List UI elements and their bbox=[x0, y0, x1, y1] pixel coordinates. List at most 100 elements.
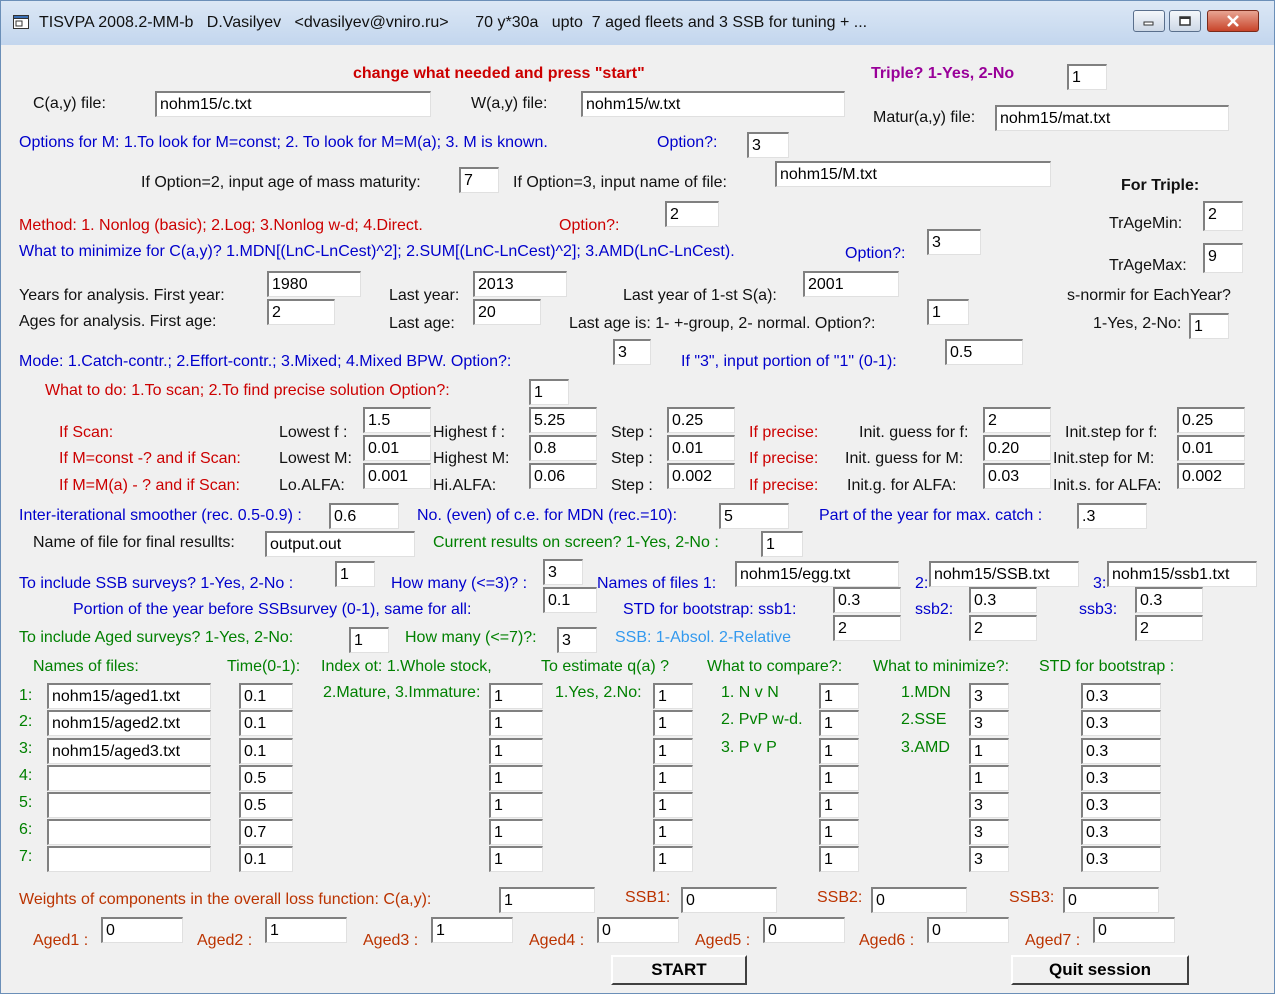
last-year-input[interactable]: 2013 bbox=[473, 271, 567, 297]
ssb-std3-input[interactable]: 0.3 bbox=[1135, 587, 1203, 613]
weight-aged7-input[interactable]: 0 bbox=[1093, 917, 1175, 943]
highest-m-input[interactable]: 0.8 bbox=[529, 435, 597, 461]
first-year-input[interactable]: 1980 bbox=[267, 271, 361, 297]
aged-row-5-time[interactable]: 0.5 bbox=[239, 792, 293, 818]
aged-row-2-std[interactable]: 0.3 bbox=[1081, 710, 1161, 736]
aged-row-1-minimize[interactable]: 3 bbox=[969, 683, 1009, 709]
smoother-input[interactable]: 0.6 bbox=[329, 503, 399, 529]
aged-row-1-std[interactable]: 0.3 bbox=[1081, 683, 1161, 709]
weight-aged4-input[interactable]: 0 bbox=[597, 917, 679, 943]
ssb-file1-input[interactable]: nohm15/egg.txt bbox=[735, 561, 899, 587]
aged-row-1-compare[interactable]: 1 bbox=[819, 683, 859, 709]
ssb-rel1-input[interactable]: 2 bbox=[833, 615, 901, 641]
aged-row-2-index[interactable]: 1 bbox=[489, 710, 543, 736]
aged-row-7-index[interactable]: 1 bbox=[489, 846, 543, 872]
output-file-input[interactable]: output.out bbox=[265, 531, 415, 557]
weight-ssb1-input[interactable]: 0 bbox=[681, 887, 777, 913]
ce-input[interactable]: 5 bbox=[719, 503, 789, 529]
aged-row-1-time[interactable]: 0.1 bbox=[239, 683, 293, 709]
todo-input[interactable]: 1 bbox=[529, 379, 569, 405]
aged-row-4-std[interactable]: 0.3 bbox=[1081, 765, 1161, 791]
screen-input[interactable]: 1 bbox=[761, 531, 803, 557]
ssb-file2-input[interactable]: nohm15/SSB.txt bbox=[929, 561, 1079, 587]
aged-row-7-std[interactable]: 0.3 bbox=[1081, 846, 1161, 872]
maximize-button[interactable] bbox=[1169, 10, 1201, 32]
aged-row-4-minimize[interactable]: 1 bbox=[969, 765, 1009, 791]
aged-row-7-compare[interactable]: 1 bbox=[819, 846, 859, 872]
aged-row-4-q[interactable]: 1 bbox=[653, 765, 693, 791]
title-bar[interactable]: TISVPA 2008.2-MM-b D.Vasilyev <dvasilyev… bbox=[1, 1, 1274, 45]
ssb-file3-input[interactable]: nohm15/ssb1.txt bbox=[1107, 561, 1257, 587]
ssb-howmany-input[interactable]: 3 bbox=[543, 559, 583, 585]
m-file-input[interactable]: nohm15/M.txt bbox=[775, 161, 1051, 187]
aged-row-4-index[interactable]: 1 bbox=[489, 765, 543, 791]
aged-row-7-time[interactable]: 0.1 bbox=[239, 846, 293, 872]
aged-row-5-index[interactable]: 1 bbox=[489, 792, 543, 818]
method-option-input[interactable]: 2 bbox=[665, 201, 719, 227]
aged-row-1-q[interactable]: 1 bbox=[653, 683, 693, 709]
aged-row-6-std[interactable]: 0.3 bbox=[1081, 819, 1161, 845]
aged-row-6-file[interactable] bbox=[47, 819, 211, 845]
step-m-input[interactable]: 0.01 bbox=[667, 435, 735, 461]
weight-ssb3-input[interactable]: 0 bbox=[1063, 887, 1159, 913]
step-f-input[interactable]: 0.25 bbox=[667, 407, 735, 433]
aged-row-6-q[interactable]: 1 bbox=[653, 819, 693, 845]
last-age-input[interactable]: 20 bbox=[473, 299, 541, 325]
aged-row-1-file[interactable]: nohm15/aged1.txt bbox=[47, 683, 211, 709]
ssb-std2-input[interactable]: 0.3 bbox=[969, 587, 1037, 613]
init-step-f-input[interactable]: 0.25 bbox=[1177, 407, 1245, 433]
ssb-std1-input[interactable]: 0.3 bbox=[833, 587, 901, 613]
snormir-input[interactable]: 1 bbox=[1189, 313, 1229, 339]
aged-row-6-time[interactable]: 0.7 bbox=[239, 819, 293, 845]
aged-row-5-q[interactable]: 1 bbox=[653, 792, 693, 818]
matur-file-input[interactable]: nohm15/mat.txt bbox=[995, 105, 1229, 131]
aged-row-3-compare[interactable]: 1 bbox=[819, 738, 859, 764]
aged-row-1-index[interactable]: 1 bbox=[489, 683, 543, 709]
ssb-rel2-input[interactable]: 2 bbox=[969, 615, 1037, 641]
aged-row-3-time[interactable]: 0.1 bbox=[239, 738, 293, 764]
aged-row-3-index[interactable]: 1 bbox=[489, 738, 543, 764]
weight-aged1-input[interactable]: 0 bbox=[101, 917, 183, 943]
aged-row-3-std[interactable]: 0.3 bbox=[1081, 738, 1161, 764]
weight-c-input[interactable]: 1 bbox=[499, 887, 595, 913]
ssb-portion-input[interactable]: 0.1 bbox=[543, 587, 597, 613]
aged-row-7-minimize[interactable]: 3 bbox=[969, 846, 1009, 872]
w-file-input[interactable]: nohm15/w.txt bbox=[581, 91, 845, 117]
c-file-input[interactable]: nohm15/c.txt bbox=[155, 91, 431, 117]
aged-row-2-q[interactable]: 1 bbox=[653, 710, 693, 736]
aged-row-6-compare[interactable]: 1 bbox=[819, 819, 859, 845]
init-step-m-input[interactable]: 0.01 bbox=[1177, 435, 1245, 461]
m-option-input[interactable]: 3 bbox=[747, 132, 789, 158]
tragemin-input[interactable]: 2 bbox=[1203, 201, 1243, 231]
aged-howmany-input[interactable]: 3 bbox=[557, 627, 597, 653]
aged-row-4-time[interactable]: 0.5 bbox=[239, 765, 293, 791]
init-guess-m-input[interactable]: 0.20 bbox=[983, 435, 1051, 461]
start-button[interactable]: START bbox=[611, 955, 747, 985]
mode-input[interactable]: 3 bbox=[613, 339, 651, 365]
minimize-button[interactable] bbox=[1133, 10, 1165, 32]
lo-alfa-input[interactable]: 0.001 bbox=[363, 463, 431, 489]
lowest-m-input[interactable]: 0.01 bbox=[363, 435, 431, 461]
close-button[interactable] bbox=[1207, 10, 1259, 32]
first-age-input[interactable]: 2 bbox=[267, 299, 335, 325]
tragemax-input[interactable]: 9 bbox=[1203, 243, 1243, 273]
ssb-rel3-input[interactable]: 2 bbox=[1135, 615, 1203, 641]
hi-alfa-input[interactable]: 0.06 bbox=[529, 463, 597, 489]
weight-aged5-input[interactable]: 0 bbox=[763, 917, 845, 943]
lowest-f-input[interactable]: 1.5 bbox=[363, 407, 431, 433]
aged-row-6-minimize[interactable]: 3 bbox=[969, 819, 1009, 845]
init-g-alfa-input[interactable]: 0.03 bbox=[983, 463, 1051, 489]
part-input[interactable]: .3 bbox=[1077, 503, 1147, 529]
aged-row-3-minimize[interactable]: 1 bbox=[969, 738, 1009, 764]
aged-row-5-compare[interactable]: 1 bbox=[819, 792, 859, 818]
init-guess-f-input[interactable]: 2 bbox=[983, 407, 1051, 433]
aged-row-2-time[interactable]: 0.1 bbox=[239, 710, 293, 736]
triple-input[interactable]: 1 bbox=[1067, 64, 1107, 90]
last-s-input[interactable]: 2001 bbox=[803, 271, 899, 297]
aged-row-3-q[interactable]: 1 bbox=[653, 738, 693, 764]
weight-aged6-input[interactable]: 0 bbox=[927, 917, 1009, 943]
aged-include-input[interactable]: 1 bbox=[349, 627, 389, 653]
aged-row-4-compare[interactable]: 1 bbox=[819, 765, 859, 791]
aged-row-2-minimize[interactable]: 3 bbox=[969, 710, 1009, 736]
aged-row-7-q[interactable]: 1 bbox=[653, 846, 693, 872]
